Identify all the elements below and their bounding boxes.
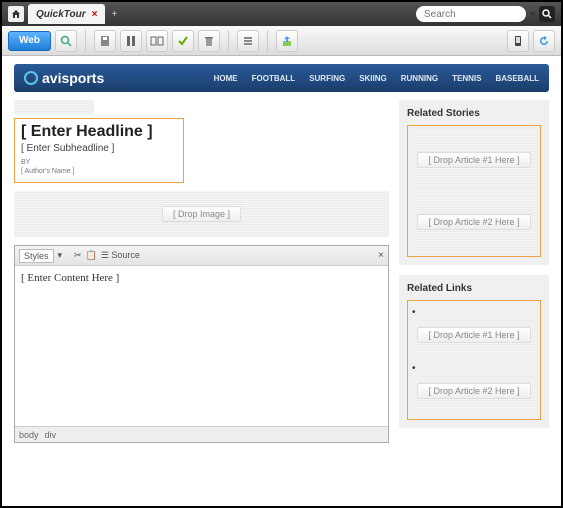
editor-footer: body div <box>15 426 388 442</box>
related-links-panel: Related Links • [ Drop Article #1 Here ]… <box>399 275 549 428</box>
content-area: avisports HOME FOOTBALL SURFING SKIING R… <box>2 56 561 451</box>
panel-title: Related Links <box>407 283 541 294</box>
chevron-down-icon[interactable]: ▾ <box>530 9 535 20</box>
copy-icon[interactable]: 📋 <box>86 250 97 261</box>
drop-slot-2[interactable]: [ Drop Article #2 Here ] <box>412 369 536 413</box>
search-wrap: ▾ <box>416 6 555 22</box>
search-icon[interactable] <box>55 30 77 52</box>
save-icon[interactable] <box>94 30 116 52</box>
close-icon[interactable]: × <box>378 250 384 261</box>
tab-label: QuickTour <box>36 9 86 20</box>
editor-toolbar: Styles ▾ ✂ 📋 ☰ Source <box>15 246 388 266</box>
drop-slot-2[interactable]: [ Drop Article #2 Here ] <box>412 194 536 250</box>
drop-slot-1[interactable]: [ Drop Article #1 Here ] <box>412 313 536 357</box>
mobile-icon[interactable] <box>507 30 529 52</box>
image-drop-zone[interactable]: [ Drop Image ] <box>14 191 389 237</box>
editor-body[interactable]: [ Enter Content Here ] <box>15 266 388 426</box>
nav-item-skiing[interactable]: SKIING <box>359 74 387 83</box>
source-button[interactable]: ☰ Source <box>101 250 140 261</box>
cut-icon[interactable]: ✂ <box>74 250 82 261</box>
styles-dropdown[interactable]: Styles <box>19 249 54 263</box>
share-icon[interactable] <box>276 30 298 52</box>
search-button[interactable] <box>539 6 555 22</box>
separator <box>85 30 86 52</box>
top-bar: QuickTour × + ▾ <box>2 2 561 26</box>
main-column: [ Enter Headline ] [ Enter Subheadline ]… <box>14 100 389 443</box>
search-input[interactable] <box>416 6 526 22</box>
category-placeholder[interactable] <box>14 100 94 114</box>
path-body[interactable]: body <box>19 430 39 440</box>
separator <box>228 30 229 52</box>
drop-image-button[interactable]: [ Drop Image ] <box>162 206 241 222</box>
approve-icon[interactable] <box>172 30 194 52</box>
add-tab-icon[interactable]: + <box>111 9 117 20</box>
drop-slot-1[interactable]: [ Drop Article #1 Here ] <box>412 132 536 188</box>
list-icon[interactable] <box>237 30 259 52</box>
chevron-down-icon[interactable]: ▾ <box>58 250 63 261</box>
nav-item-tennis[interactable]: TENNIS <box>452 74 481 83</box>
separator <box>267 30 268 52</box>
related-links-dropzone[interactable]: • [ Drop Article #1 Here ] • [ Drop Arti… <box>407 300 541 420</box>
home-icon[interactable] <box>8 6 24 22</box>
nav-item-running[interactable]: RUNNING <box>401 74 438 83</box>
nav-item-football[interactable]: FOOTBALL <box>252 74 296 83</box>
related-stories-panel: Related Stories [ Drop Article #1 Here ]… <box>399 100 549 265</box>
side-column: Related Stories [ Drop Article #1 Here ]… <box>399 100 549 443</box>
preview-icon[interactable] <box>146 30 168 52</box>
subheadline-field[interactable]: [ Enter Subheadline ] <box>21 143 177 154</box>
tab-quicktour[interactable]: QuickTour × <box>28 4 105 24</box>
brand-logo[interactable]: avisports <box>24 70 104 86</box>
globe-icon <box>24 71 38 85</box>
path-div[interactable]: div <box>45 430 57 440</box>
refresh-icon[interactable] <box>533 30 555 52</box>
panel-title: Related Stories <box>407 108 541 119</box>
web-mode-button[interactable]: Web <box>8 31 51 51</box>
author-field[interactable]: [ Author's Name ] <box>21 168 74 175</box>
content-editor: × Styles ▾ ✂ 📋 ☰ Source [ Enter Content … <box>14 245 389 443</box>
bookmark-icon[interactable] <box>120 30 142 52</box>
site-navbar: avisports HOME FOOTBALL SURFING SKIING R… <box>14 64 549 92</box>
nav-item-baseball[interactable]: BASEBALL <box>495 74 539 83</box>
headline-box[interactable]: [ Enter Headline ] [ Enter Subheadline ]… <box>14 118 184 183</box>
byline-label: BY <box>21 159 30 166</box>
headline-field[interactable]: [ Enter Headline ] <box>21 123 177 141</box>
nav-item-home[interactable]: HOME <box>214 74 238 83</box>
close-icon[interactable]: × <box>92 9 98 20</box>
related-stories-dropzone[interactable]: [ Drop Article #1 Here ] [ Drop Article … <box>407 125 541 257</box>
main-toolbar: Web <box>2 26 561 56</box>
delete-icon[interactable] <box>198 30 220 52</box>
nav-item-surfing[interactable]: SURFING <box>309 74 345 83</box>
